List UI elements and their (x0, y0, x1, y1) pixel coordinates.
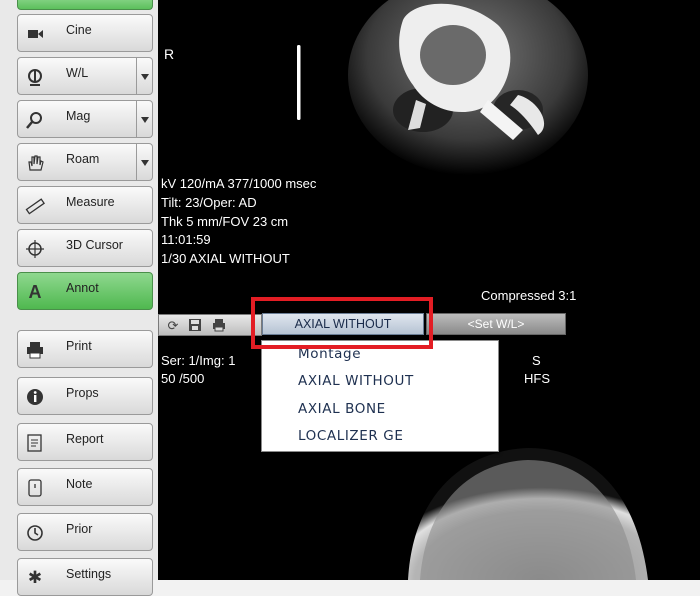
history-icon (25, 523, 45, 543)
prior-button[interactable]: Prior (17, 513, 153, 551)
properties-label: Props (66, 386, 99, 400)
roam-button[interactable]: Roam (17, 143, 137, 181)
compression-label: Compressed 3:1 (481, 288, 577, 303)
dropdown-option-montage[interactable]: Montage (298, 346, 361, 362)
note-label: Note (66, 477, 93, 491)
print-icon[interactable] (209, 318, 229, 334)
print-button[interactable]: Print (17, 330, 153, 368)
magnify-icon (25, 110, 45, 130)
patient-position-label: HFS (524, 371, 550, 386)
dropdown-option-localizer[interactable]: LOCALIZER GE (298, 428, 403, 444)
orientation-marker-superior: S (532, 353, 541, 368)
camera-icon (25, 24, 45, 44)
save-icon[interactable] (185, 318, 205, 334)
series-dropdown-menu: Montage AXIAL WITHOUT AXIAL BONE LOCALIZ… (261, 340, 499, 452)
set-window-level-button[interactable]: <Set W/L> (426, 313, 566, 335)
annotation-icon: A (28, 282, 42, 302)
note-button[interactable]: Note (17, 468, 153, 506)
measure-button[interactable]: Measure (17, 186, 153, 224)
dropdown-option-axial-without[interactable]: AXIAL WITHOUT (298, 373, 414, 389)
window-level-icon (25, 67, 45, 87)
crosshair-icon (25, 239, 45, 259)
3d-cursor-label: 3D Cursor (66, 238, 123, 252)
measure-label: Measure (66, 195, 115, 209)
hand-icon (25, 153, 45, 173)
orientation-marker-right: R (164, 46, 175, 62)
series-image-label: Ser: 1/Img: 1 (161, 353, 236, 368)
viewport-tool-buttons: ⟳ (158, 314, 262, 336)
roam-dropdown-arrow[interactable] (137, 143, 153, 181)
time-line: 11:01:59 (161, 232, 211, 247)
tool-sidebar: Cine W/L Mag Roam Measure 3D Cursor A An… (0, 0, 159, 596)
window-level-button[interactable]: W/L (17, 57, 137, 95)
info-icon (25, 387, 45, 407)
magnify-dropdown-arrow[interactable] (137, 100, 153, 138)
report-icon (25, 433, 45, 453)
prior-label: Prior (66, 522, 93, 536)
thickness-fov-line: Thk 5 mm/FOV 23 cm (161, 214, 289, 229)
report-button[interactable]: Report (17, 423, 153, 461)
window-level-dropdown-arrow[interactable] (137, 57, 153, 95)
settings-label: Settings (66, 567, 112, 581)
tilt-operator-line: Tilt: 23/Oper: AD (161, 195, 257, 210)
acquisition-line: kV 120/mA 377/1000 msec (161, 176, 317, 191)
window-level-label: W/L (66, 66, 89, 80)
image-series-line: 1/30 AXIAL WITHOUT (161, 251, 290, 266)
window-level-value: 50 /500 (161, 371, 205, 386)
refresh-icon[interactable]: ⟳ (163, 318, 183, 334)
report-label: Report (66, 432, 104, 446)
ruler-icon (25, 196, 45, 216)
cine-button[interactable]: Cine (17, 14, 153, 52)
gear-icon: ✱ (27, 568, 43, 587)
annotation-label: Annot (66, 281, 99, 295)
sidebar-top-button-partial[interactable] (17, 0, 153, 10)
print-label: Print (66, 339, 92, 353)
note-icon (25, 478, 45, 498)
top-image-viewport[interactable]: R kV 120/mA 377/1000 msec Tilt: 23/Oper:… (158, 0, 700, 312)
series-selector[interactable]: AXIAL WITHOUT (262, 313, 424, 335)
dropdown-option-axial-bone[interactable]: AXIAL BONE (298, 401, 386, 417)
magnify-label: Mag (66, 109, 91, 123)
roam-label: Roam (66, 152, 100, 166)
magnify-button[interactable]: Mag (17, 100, 137, 138)
annotation-button[interactable]: A Annot (17, 272, 153, 310)
settings-button[interactable]: ✱ Settings (17, 558, 153, 596)
printer-icon (25, 340, 45, 360)
properties-button[interactable]: Props (17, 377, 153, 415)
3d-cursor-button[interactable]: 3D Cursor (17, 229, 153, 267)
cine-label: Cine (66, 23, 92, 37)
